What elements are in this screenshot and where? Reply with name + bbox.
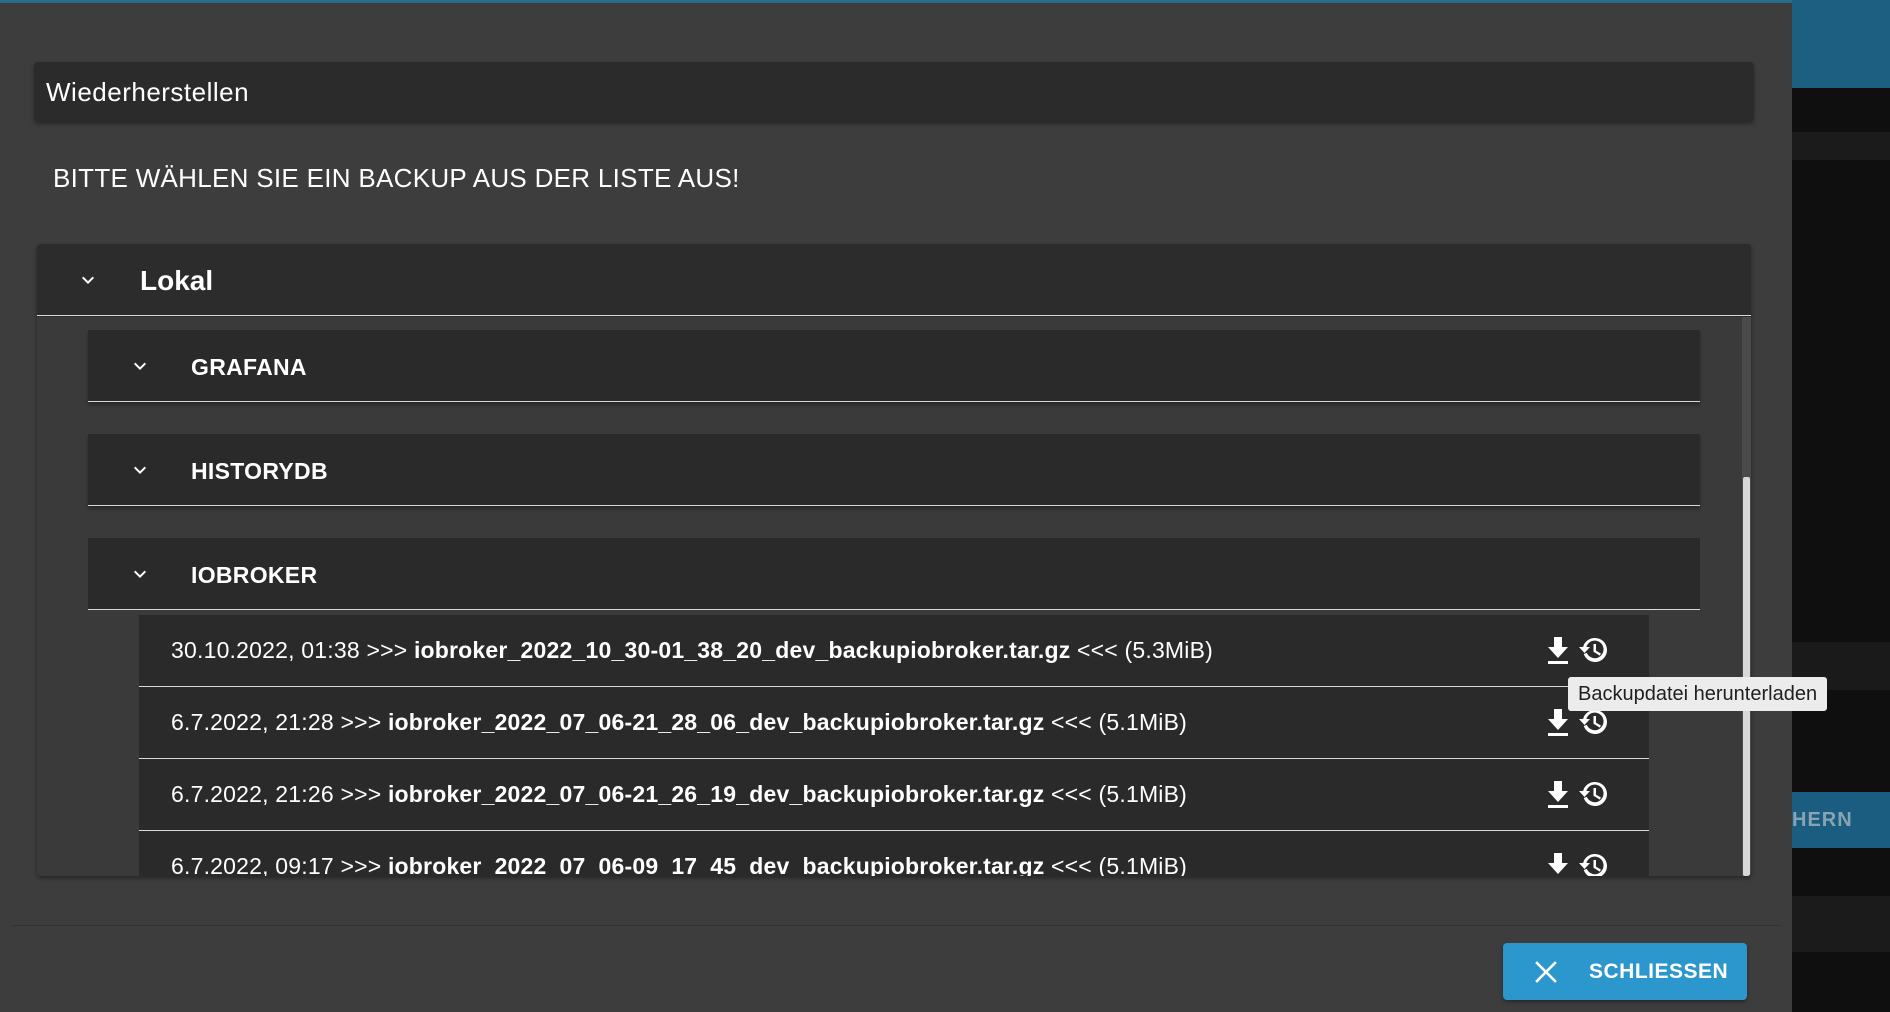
local-accordion-title: Lokal bbox=[140, 265, 214, 296]
restore-history-icon[interactable] bbox=[1577, 707, 1611, 737]
background-save-label: HERN bbox=[1792, 809, 1853, 831]
restore-history-icon[interactable] bbox=[1577, 851, 1611, 876]
backup-file-date: 30.10.2022, 01:38 >>> bbox=[171, 637, 414, 663]
download-tooltip: Backupdatei herunterladen bbox=[1568, 677, 1828, 711]
backup-file-date: 6.7.2022, 21:26 >>> bbox=[171, 781, 388, 807]
restore-dialog: Wiederherstellen BITTE WÄHLEN SIE EIN BA… bbox=[0, 0, 1792, 1012]
group-iobroker-title: IOBROKER bbox=[191, 562, 318, 588]
chevron-down-icon[interactable] bbox=[128, 562, 152, 586]
backup-file-label: 30.10.2022, 01:38 >>> iobroker_2022_10_3… bbox=[171, 615, 1213, 685]
iobroker-backup-list: 30.10.2022, 01:38 >>> iobroker_2022_10_3… bbox=[139, 615, 1649, 876]
download-icon[interactable] bbox=[1544, 779, 1572, 809]
backup-file-row: 6.7.2022, 09:17 >>> iobroker_2022_07_06-… bbox=[139, 831, 1649, 876]
group-grafana-title: GRAFANA bbox=[191, 354, 307, 380]
backup-file-label: 6.7.2022, 09:17 >>> iobroker_2022_07_06-… bbox=[171, 831, 1187, 876]
backup-file-size: <<< (5.1MiB) bbox=[1044, 781, 1188, 807]
backup-file-date: 6.7.2022, 09:17 >>> bbox=[171, 853, 388, 876]
dialog-title: Wiederherstellen bbox=[34, 62, 1754, 122]
download-icon[interactable] bbox=[1544, 635, 1572, 665]
group-iobroker-header[interactable]: IOBROKER bbox=[88, 538, 1700, 610]
footer-divider bbox=[12, 925, 1782, 926]
background-row bbox=[1792, 132, 1890, 160]
backup-file-label: 6.7.2022, 21:28 >>> iobroker_2022_07_06-… bbox=[171, 687, 1187, 757]
chevron-down-icon[interactable] bbox=[128, 354, 152, 378]
background-row bbox=[1792, 896, 1890, 952]
group-historydb-header[interactable]: HISTORYDB bbox=[88, 434, 1700, 506]
background-save-button: HERN bbox=[1792, 792, 1890, 848]
download-icon[interactable] bbox=[1544, 707, 1572, 737]
backup-file-name: iobroker_2022_10_30-01_38_20_dev_backupi… bbox=[413, 637, 1071, 663]
local-accordion-body: GRAFANA HISTORYDB IOBROKER 30.10.2022, 0… bbox=[37, 317, 1751, 876]
chevron-down-icon[interactable] bbox=[128, 458, 152, 482]
group-grafana-header[interactable]: GRAFANA bbox=[88, 330, 1700, 402]
backup-file-row: 30.10.2022, 01:38 >>> iobroker_2022_10_3… bbox=[139, 615, 1649, 687]
local-accordion-header[interactable]: Lokal bbox=[37, 244, 1751, 316]
backup-file-size: <<< (5.1MiB) bbox=[1044, 709, 1188, 735]
backup-file-name: iobroker_2022_07_06-21_26_19_dev_backupi… bbox=[387, 781, 1045, 807]
restore-history-icon[interactable] bbox=[1577, 779, 1611, 809]
restore-history-icon[interactable] bbox=[1577, 635, 1611, 665]
backup-file-name: iobroker_2022_07_06-09_17_45_dev_backupi… bbox=[387, 853, 1045, 876]
group-historydb-title: HISTORYDB bbox=[191, 458, 328, 484]
backup-file-size: <<< (5.3MiB) bbox=[1070, 637, 1213, 663]
backup-file-row: 6.7.2022, 21:28 >>> iobroker_2022_07_06-… bbox=[139, 687, 1649, 759]
local-backups-panel: Lokal GRAFANA HISTORYDB IOBROKER 30.10.2… bbox=[37, 244, 1751, 876]
close-button-label: SCHLIESSEN bbox=[1589, 960, 1729, 983]
backup-file-row: 6.7.2022, 21:26 >>> iobroker_2022_07_06-… bbox=[139, 759, 1649, 831]
backup-file-size: <<< (5.1MiB) bbox=[1044, 853, 1188, 876]
dialog-prompt: BITTE WÄHLEN SIE EIN BACKUP AUS DER LIST… bbox=[53, 163, 740, 193]
backup-file-date: 6.7.2022, 21:28 >>> bbox=[171, 709, 388, 735]
close-icon bbox=[1533, 959, 1559, 985]
download-icon[interactable] bbox=[1544, 851, 1572, 876]
chevron-down-icon[interactable] bbox=[76, 268, 100, 292]
backup-file-name: iobroker_2022_07_06-21_28_06_dev_backupi… bbox=[387, 709, 1045, 735]
close-button[interactable]: SCHLIESSEN bbox=[1503, 943, 1747, 1000]
backup-file-label: 6.7.2022, 21:26 >>> iobroker_2022_07_06-… bbox=[171, 759, 1187, 829]
